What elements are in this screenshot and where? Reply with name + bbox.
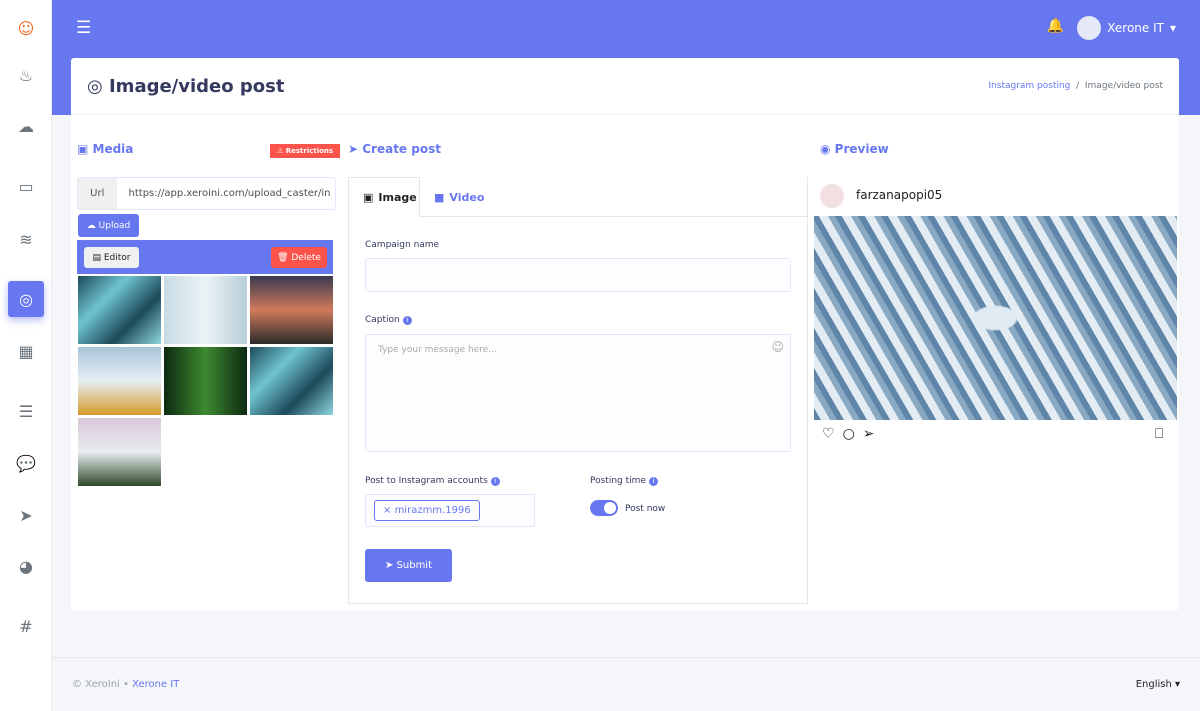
preview-image <box>814 216 1177 420</box>
accounts-label: Post to Instagram accounts i <box>365 476 500 486</box>
account-tag[interactable]: × mirazmm.1996 <box>374 500 480 521</box>
info-icon: i <box>402 316 412 325</box>
campaign-label: Campaign name <box>365 240 440 250</box>
breadcrumb: Instagram posting / Image/video post <box>988 81 1163 91</box>
posting-time-label: Posting time i <box>590 476 658 486</box>
emoji-icon[interactable]: ☺ <box>771 340 784 354</box>
comment-icon: ○ <box>842 426 863 442</box>
url-label: Url <box>78 178 117 209</box>
media-thumbnail[interactable] <box>164 276 247 344</box>
language-select[interactable]: English ▾ <box>1136 679 1180 690</box>
preview-title: ◉ Preview <box>820 142 889 156</box>
media-thumbnail[interactable] <box>164 347 247 415</box>
instagram-icon[interactable]: ◎ <box>8 281 44 317</box>
fire-icon[interactable]: ♨ <box>8 57 44 93</box>
tab-video[interactable]: ■ Video <box>420 177 498 217</box>
preview-username: farzanapopi05 <box>856 188 943 202</box>
tab-image[interactable]: ▣ Image <box>348 177 420 217</box>
user-menu[interactable]: Xerone IT ▾ <box>1077 16 1176 40</box>
caret-down-icon: ▾ <box>1169 21 1176 35</box>
caption-label: Caption i <box>365 315 412 325</box>
bell-icon[interactable]: 🔔 <box>1047 18 1064 34</box>
rss-list-icon[interactable]: ☰ <box>8 393 44 429</box>
heart-icon: ♡ <box>822 426 843 442</box>
media-thumbnail[interactable] <box>78 276 161 344</box>
coins-icon[interactable]: ≋ <box>8 221 44 257</box>
delete-button[interactable]: 🗑 Delete <box>271 247 327 268</box>
post-now-label: Post now <box>625 504 666 514</box>
page-title: ◎ Image/video post <box>87 75 285 97</box>
sidebar: ☺ ♨ ☁ ▭ ≋ ◎ ▦ ☰ 💬 ➤ ◕ # <box>0 0 52 711</box>
share-icon: ➢ <box>862 426 883 442</box>
editor-button[interactable]: ▤ Editor <box>84 247 139 268</box>
url-input[interactable]: https://app.xeroini.com/upload_caster/in <box>117 178 335 209</box>
media-thumbnail[interactable] <box>250 347 333 415</box>
breadcrumb-link[interactable]: Instagram posting <box>988 81 1070 91</box>
media-thumbnail[interactable] <box>78 347 161 415</box>
calendar-icon[interactable]: ▦ <box>8 333 44 369</box>
company-link[interactable]: Xerone IT <box>132 679 179 690</box>
copyright: © XeroIni <box>72 679 120 690</box>
paper-plane-icon[interactable]: ➤ <box>8 497 44 533</box>
footer: © XeroIni • Xerone IT English ▾ <box>52 657 1200 711</box>
hashtag-icon[interactable]: # <box>8 608 44 644</box>
bookmark-icon: ⎕ <box>1155 426 1164 442</box>
caption-textarea[interactable]: Type your message here... ☺ <box>365 334 791 452</box>
media-toolbar: ▤ Editor 🗑 Delete <box>77 240 333 274</box>
instagram-icon: ◎ <box>87 75 109 97</box>
media-thumbnail[interactable] <box>78 418 161 486</box>
url-input-group: Url https://app.xeroini.com/upload_caster… <box>77 177 336 210</box>
info-icon: i <box>490 477 500 486</box>
avatar <box>1077 16 1102 40</box>
post-now-toggle[interactable] <box>590 500 618 516</box>
laptop-code-icon[interactable]: ▭ <box>8 168 44 204</box>
cloud-download-icon[interactable]: ☁ <box>8 108 44 144</box>
menu-icon[interactable]: ☰ <box>76 18 91 38</box>
preview-avatar <box>820 184 844 208</box>
preview-actions: ♡○➢ <box>822 426 883 442</box>
restrictions-button[interactable]: ⚠ Restrictions <box>270 144 341 158</box>
submit-button[interactable]: ➤ Submit <box>365 549 452 582</box>
comment-icon[interactable]: 💬 <box>8 445 44 481</box>
user-name: Xerone IT <box>1107 21 1164 35</box>
info-icon: i <box>648 477 658 486</box>
pie-chart-icon[interactable]: ◕ <box>8 548 44 584</box>
media-thumbnail[interactable] <box>250 276 333 344</box>
media-title: ▣ Media <box>77 142 134 156</box>
upload-button[interactable]: ☁ Upload <box>78 214 139 237</box>
logo-icon[interactable]: ☺ <box>8 10 44 46</box>
create-post-title: ➤ Create post <box>348 142 441 156</box>
campaign-name-input[interactable] <box>365 258 791 292</box>
accounts-select[interactable]: × mirazmm.1996 <box>365 494 535 527</box>
breadcrumb-current: Image/video post <box>1084 81 1163 91</box>
